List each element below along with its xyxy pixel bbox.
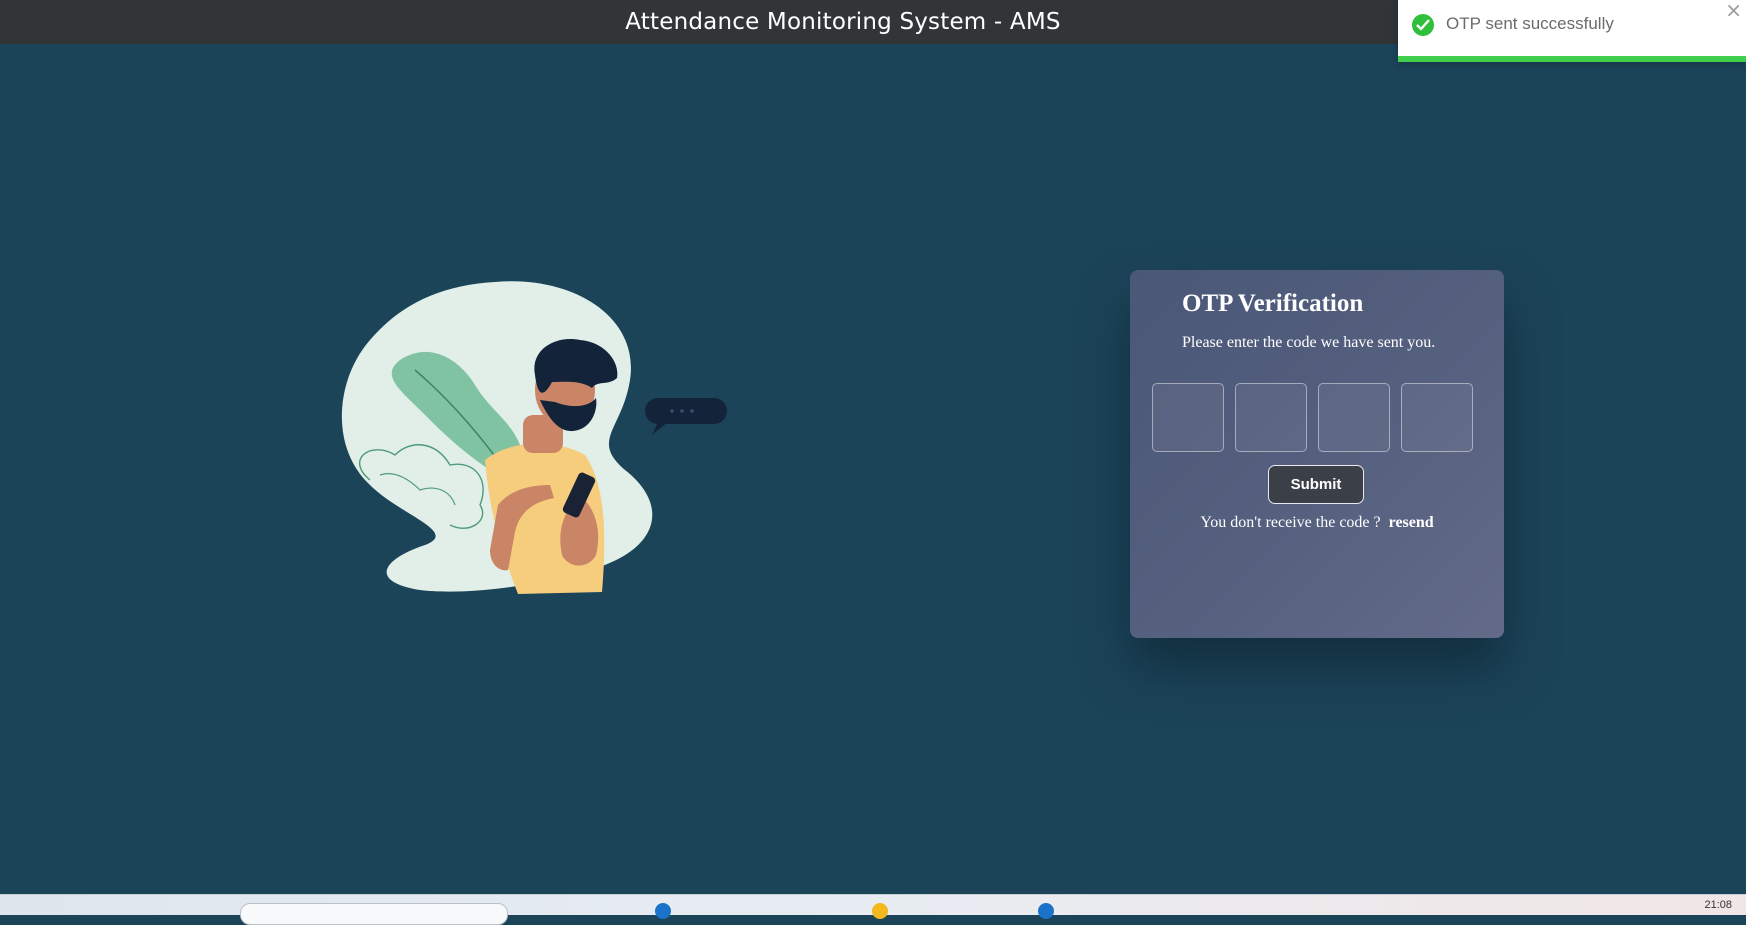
- taskbar-app-icon[interactable]: [1038, 903, 1054, 919]
- card-subtitle: Please enter the code we have sent you.: [1182, 334, 1436, 351]
- taskbar-app-icon[interactable]: [655, 903, 671, 919]
- resend-link[interactable]: resend: [1389, 514, 1434, 531]
- resend-line: You don't receive the code ? resend: [1130, 514, 1504, 532]
- success-toast: OTP sent successfully ×: [1398, 0, 1746, 62]
- otp-digit-4[interactable]: [1401, 383, 1473, 452]
- check-circle-icon: [1412, 14, 1434, 36]
- resend-prompt: You don't receive the code ?: [1200, 514, 1381, 531]
- otp-digit-3[interactable]: [1318, 383, 1390, 452]
- toast-progress-bar: [1398, 56, 1746, 62]
- os-taskbar: 21:08: [0, 894, 1746, 925]
- otp-verification-card: OTP Verification Please enter the code w…: [1130, 270, 1504, 638]
- card-title: OTP Verification: [1182, 290, 1364, 317]
- person-with-phone-illustration: [341, 281, 727, 594]
- app-title: Attendance Monitoring System - AMS: [625, 9, 1061, 35]
- submit-button[interactable]: Submit: [1268, 465, 1364, 504]
- otp-input-group: [1152, 383, 1473, 452]
- taskbar-search-box[interactable]: [240, 903, 508, 925]
- speech-bubble: [645, 398, 727, 424]
- taskbar-app-icon[interactable]: [872, 903, 888, 919]
- taskbar-clock: 21:08: [1704, 899, 1732, 911]
- otp-digit-1[interactable]: [1152, 383, 1224, 452]
- close-icon[interactable]: ×: [1725, 0, 1742, 22]
- toast-message: OTP sent successfully: [1446, 14, 1614, 33]
- otp-digit-2[interactable]: [1235, 383, 1307, 452]
